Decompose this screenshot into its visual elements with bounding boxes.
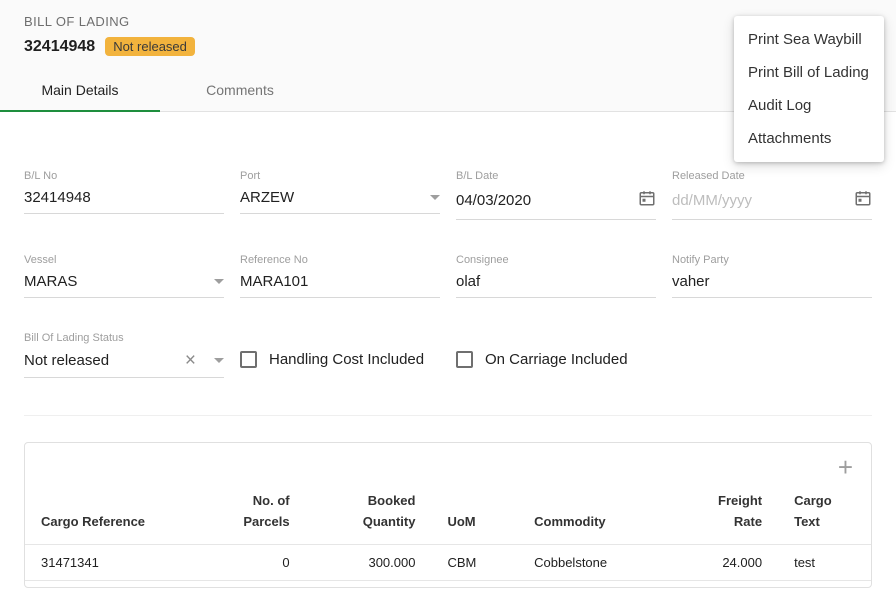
chevron-down-icon[interactable] (430, 195, 440, 200)
clear-icon[interactable]: × (185, 351, 196, 370)
bl-date-field[interactable]: B/L Date 04/03/2020 (456, 170, 656, 220)
tab-main-details[interactable]: Main Details (0, 68, 160, 111)
cell-booked-quantity: 300.000 (306, 544, 432, 580)
bl-no-value[interactable]: 32414948 (24, 189, 224, 206)
bl-no-label: B/L No (24, 170, 224, 182)
actions-menu: Print Sea Waybill Print Bill of Lading A… (734, 16, 884, 162)
cargo-table-row[interactable]: 31471341 0 300.000 CBM Cobbelstone 24.00… (25, 544, 871, 580)
cell-cargo-text: test (778, 544, 871, 580)
checkbox-icon[interactable] (240, 351, 257, 368)
menu-item-print-sea-waybill[interactable]: Print Sea Waybill (734, 23, 884, 56)
notify-party-field[interactable]: Notify Party vaher (672, 254, 872, 298)
status-badge: Not released (105, 37, 195, 56)
col-header-commodity: Commodity (518, 491, 679, 544)
menu-item-attachments[interactable]: Attachments (734, 122, 884, 155)
add-cargo-icon[interactable]: + (838, 457, 853, 477)
port-value[interactable]: ARZEW (240, 189, 424, 206)
col-header-booked-quantity: Booked Quantity (306, 491, 432, 544)
cell-no-of-parcels: 0 (198, 544, 305, 580)
port-label: Port (240, 170, 440, 182)
page-header: BILL OF LADING 32414948 Not released Mai… (0, 0, 896, 112)
consignee-field[interactable]: Consignee olaf (456, 254, 656, 298)
bl-status-label: Bill Of Lading Status (24, 332, 224, 344)
tab-comments[interactable]: Comments (160, 68, 320, 111)
chevron-down-icon[interactable] (214, 279, 224, 284)
section-divider (24, 415, 872, 416)
bl-date-label: B/L Date (456, 170, 656, 182)
consignee-label: Consignee (456, 254, 656, 266)
cargo-table: Cargo Reference No. of Parcels Booked Qu… (25, 491, 871, 581)
on-carriage-label: On Carriage Included (485, 351, 628, 368)
bl-date-value[interactable]: 04/03/2020 (456, 192, 632, 209)
main-details-form: B/L No 32414948 Port ARZEW B/L Date 04/0… (0, 170, 896, 416)
calendar-icon[interactable] (854, 189, 872, 212)
on-carriage-checkbox[interactable]: On Carriage Included (456, 351, 656, 368)
notify-party-label: Notify Party (672, 254, 872, 266)
calendar-icon[interactable] (638, 189, 656, 212)
bl-no-field[interactable]: B/L No 32414948 (24, 170, 224, 220)
released-date-input[interactable]: dd/MM/yyyy (672, 192, 848, 209)
port-field[interactable]: Port ARZEW (240, 170, 440, 220)
vessel-label: Vessel (24, 254, 224, 266)
consignee-value[interactable]: olaf (456, 273, 656, 290)
document-number: 32414948 (24, 38, 95, 56)
released-date-label: Released Date (672, 170, 872, 182)
cell-commodity: Cobbelstone (518, 544, 679, 580)
handling-cost-checkbox[interactable]: Handling Cost Included (240, 351, 440, 368)
cell-cargo-reference: 31471341 (25, 544, 198, 580)
menu-item-print-bill-of-lading[interactable]: Print Bill of Lading (734, 56, 884, 89)
col-header-uom: UoM (431, 491, 518, 544)
vessel-value[interactable]: MARAS (24, 273, 208, 290)
cell-uom: CBM (431, 544, 518, 580)
vessel-field[interactable]: Vessel MARAS (24, 254, 224, 298)
checkbox-icon[interactable] (456, 351, 473, 368)
col-header-cargo-text: Cargo Text (778, 491, 871, 544)
reference-no-field[interactable]: Reference No MARA101 (240, 254, 440, 298)
notify-party-value[interactable]: vaher (672, 273, 872, 290)
cargo-card: + Cargo Reference No. of Parcels Booked … (24, 442, 872, 588)
cell-freight-rate: 24.000 (679, 544, 778, 580)
col-header-freight-rate: Freight Rate (679, 491, 778, 544)
menu-item-audit-log[interactable]: Audit Log (734, 89, 884, 122)
bl-status-value[interactable]: Not released (24, 352, 185, 369)
reference-no-label: Reference No (240, 254, 440, 266)
reference-no-value[interactable]: MARA101 (240, 273, 440, 290)
released-date-field[interactable]: Released Date dd/MM/yyyy (672, 170, 872, 220)
handling-cost-label: Handling Cost Included (269, 351, 424, 368)
col-header-cargo-reference: Cargo Reference (25, 491, 198, 544)
bl-status-field[interactable]: Bill Of Lading Status Not released × (24, 332, 224, 378)
chevron-down-icon[interactable] (214, 358, 224, 363)
col-header-no-of-parcels: No. of Parcels (198, 491, 305, 544)
